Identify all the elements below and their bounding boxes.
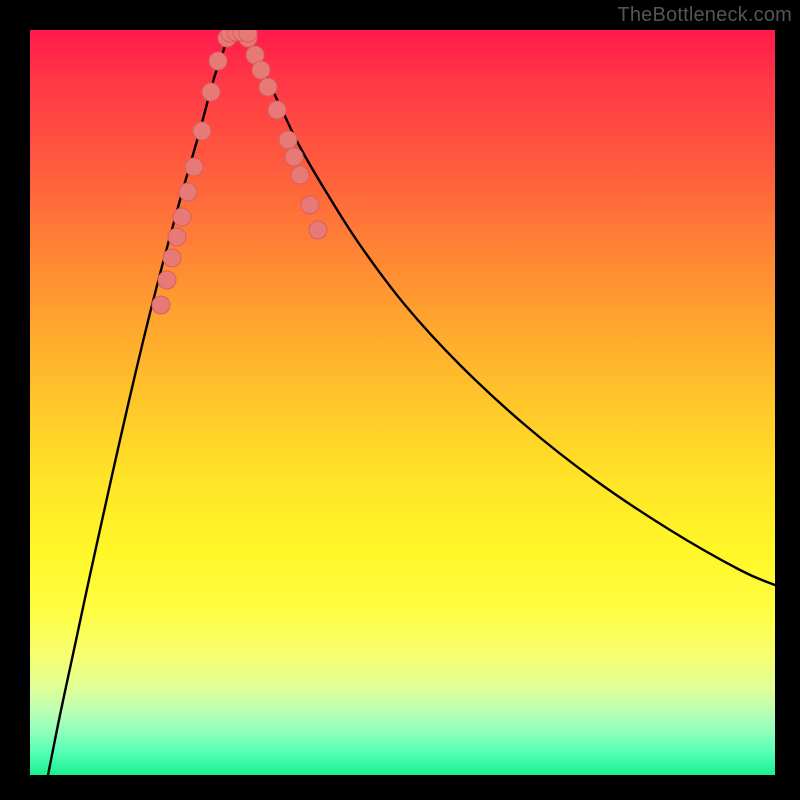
data-marker (173, 208, 191, 226)
data-marker (185, 158, 203, 176)
data-marker (163, 249, 181, 267)
plot-area (30, 30, 775, 775)
outer-frame: TheBottleneck.com (0, 0, 800, 800)
data-marker (179, 183, 197, 201)
data-marker (279, 131, 297, 149)
curve-left-curve (48, 33, 230, 775)
data-marker (202, 83, 220, 101)
watermark-text: TheBottleneck.com (617, 4, 792, 27)
data-marker (309, 221, 327, 239)
data-marker (158, 271, 176, 289)
data-marker (301, 196, 319, 214)
data-marker (168, 228, 186, 246)
curve-layer (30, 30, 775, 775)
curve-right-curve (245, 33, 775, 585)
data-marker (268, 101, 286, 119)
data-marker (291, 166, 309, 184)
data-marker (252, 61, 270, 79)
data-marker (259, 78, 277, 96)
data-marker (152, 296, 170, 314)
data-marker (193, 122, 211, 140)
data-marker (209, 52, 227, 70)
data-marker (285, 148, 303, 166)
